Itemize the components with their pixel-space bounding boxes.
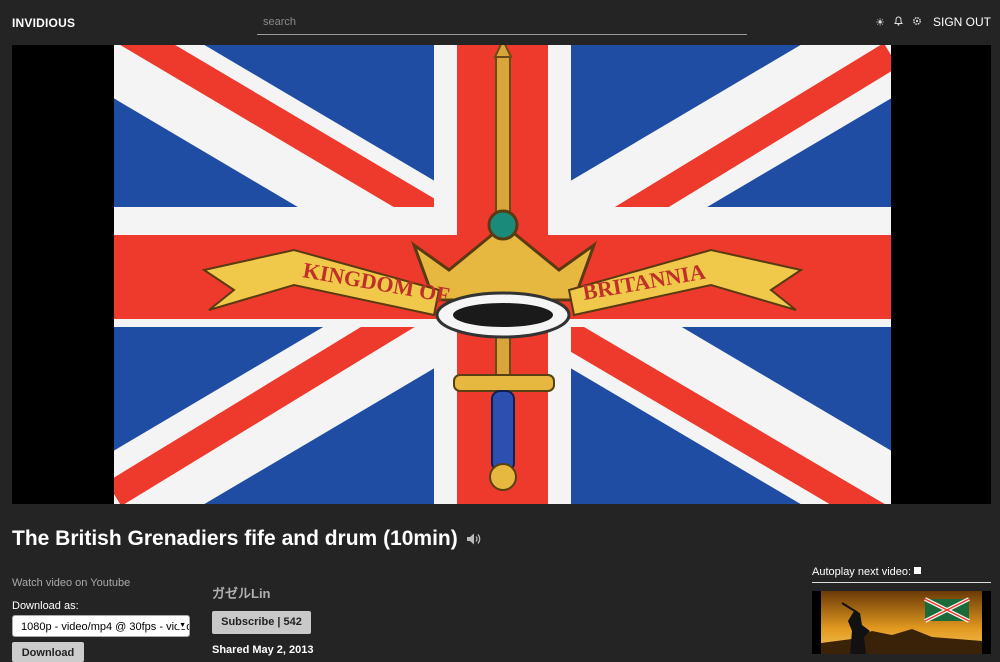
navbar: INVIDIOUS search ☀ SIGN OUT	[0, 0, 1000, 44]
download-button[interactable]: Download	[12, 642, 84, 662]
shared-date: Shared May 2, 2013	[212, 644, 314, 656]
nav-actions: ☀ SIGN OUT	[875, 15, 991, 29]
channel-name[interactable]: ガゼルLin	[212, 583, 271, 602]
video-player[interactable]: KINGDOM OF BRITANNIA	[12, 45, 991, 504]
bell-icon[interactable]	[894, 15, 903, 29]
chevron-down-icon: ▼	[177, 622, 186, 629]
thumbnail-image	[812, 591, 991, 654]
sun-icon[interactable]: ☀	[875, 16, 885, 29]
download-label: Download as:	[12, 600, 79, 612]
watch-on-youtube-link[interactable]: Watch video on Youtube	[12, 577, 130, 589]
download-format-select[interactable]: 1080p - video/mp4 @ 30fps - video only ▼	[12, 615, 190, 637]
download-format-value: 1080p - video/mp4 @ 30fps - video only	[21, 621, 189, 633]
video-title: The British Grenadiers fife and drum (10…	[12, 527, 458, 550]
search-placeholder: search	[263, 16, 297, 28]
autoplay-checkbox[interactable]	[914, 567, 922, 574]
sign-out-link[interactable]: SIGN OUT	[933, 15, 991, 29]
autoplay-label: Autoplay next video:	[812, 566, 912, 578]
autoplay-toggle-row: Autoplay next video:	[812, 566, 991, 583]
subscribe-button[interactable]: Subscribe | 542	[212, 611, 311, 634]
search-input[interactable]: search	[257, 12, 747, 35]
brand-logo[interactable]: INVIDIOUS	[12, 16, 75, 30]
video-frame-flag: KINGDOM OF BRITANNIA	[114, 45, 891, 504]
gear-icon[interactable]	[912, 16, 922, 29]
speaker-icon[interactable]	[465, 530, 483, 548]
title-row: The British Grenadiers fife and drum (10…	[12, 527, 483, 551]
next-video-thumbnail[interactable]	[812, 591, 991, 654]
